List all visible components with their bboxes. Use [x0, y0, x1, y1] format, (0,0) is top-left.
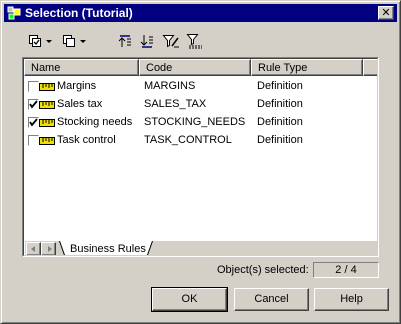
row-rule-type: Definition [257, 134, 303, 146]
close-icon: ✕ [381, 6, 391, 19]
checkmark-icon [29, 100, 38, 109]
selection-count-value: 2 / 4 [313, 262, 379, 278]
row-name: Stocking needs [57, 116, 133, 128]
row-code: TASK_CONTROL [144, 134, 232, 146]
row-name: Margins [57, 80, 97, 92]
column-header-name[interactable]: Name [24, 59, 139, 76]
row-rule-type: Definition [257, 98, 303, 110]
move-to-top-icon [118, 35, 131, 47]
row-checkbox[interactable] [28, 99, 39, 110]
row-rule-type: Definition [257, 80, 303, 92]
column-header-rule-type[interactable]: Rule Type [251, 59, 363, 76]
list-item[interactable]: Stocking needs STOCKING_NEEDS Definition [24, 114, 377, 132]
tab-bar: Business Rules [25, 241, 377, 255]
move-to-bottom-icon [140, 35, 153, 48]
move-to-top-button[interactable] [117, 33, 133, 51]
checkmark-icon [29, 118, 38, 127]
row-checkbox[interactable] [28, 135, 39, 146]
row-code: STOCKING_NEEDS [144, 116, 246, 128]
business-rule-ruler-icon [39, 101, 55, 109]
help-button[interactable]: Help [314, 288, 389, 311]
business-rule-ruler-icon [39, 137, 55, 145]
ok-button[interactable]: OK [151, 287, 228, 312]
filter-icon [186, 34, 202, 49]
row-code: MARGINS [144, 80, 196, 92]
deselect-all-icon [63, 35, 75, 47]
customize-columns-button[interactable] [162, 33, 180, 51]
row-name: Sales tax [57, 98, 103, 110]
list-item[interactable]: Task control TASK_CONTROL Definition [24, 132, 377, 150]
row-checkbox[interactable] [28, 81, 39, 92]
selection-dialog: Selection (Tutorial) ✕ Name Code Rule Ty… [0, 0, 401, 324]
row-rule-type: Definition [257, 116, 303, 128]
business-rule-ruler-icon [39, 83, 55, 91]
row-name: Task control [57, 134, 116, 146]
customize-columns-filter-icon [162, 35, 179, 48]
business-rule-ruler-icon [39, 119, 55, 127]
column-header-code[interactable]: Code [139, 59, 251, 76]
deselect-all-button[interactable] [61, 33, 89, 51]
title-bar[interactable]: Selection (Tutorial) ✕ [4, 4, 397, 22]
list-item[interactable]: Margins MARGINS Definition [24, 78, 377, 96]
filter-button[interactable] [186, 33, 204, 51]
arrow-left-icon [31, 246, 35, 252]
tab-scroll-left-button[interactable] [26, 242, 41, 255]
tab-label: Business Rules [70, 243, 146, 255]
app-icon [7, 6, 21, 20]
select-all-icon [29, 35, 41, 47]
close-button[interactable]: ✕ [378, 6, 394, 20]
list-item[interactable]: Sales tax SALES_TAX Definition [24, 96, 377, 114]
selection-count-label: Object(s) selected: [217, 264, 309, 276]
row-code: SALES_TAX [144, 98, 207, 110]
column-header-filler [363, 59, 377, 76]
select-all-button[interactable] [27, 33, 55, 51]
dropdown-arrow-icon [46, 40, 52, 43]
row-checkbox[interactable] [28, 117, 39, 128]
cancel-button[interactable]: Cancel [234, 288, 309, 311]
dropdown-arrow-icon [80, 40, 86, 43]
move-to-bottom-button[interactable] [139, 33, 155, 51]
tab-scroll-right-button[interactable] [41, 242, 56, 255]
arrow-right-icon [48, 246, 52, 252]
object-list: Name Code Rule Type Margins MARGINS Defini… [22, 57, 379, 257]
window-title: Selection (Tutorial) [25, 6, 133, 20]
